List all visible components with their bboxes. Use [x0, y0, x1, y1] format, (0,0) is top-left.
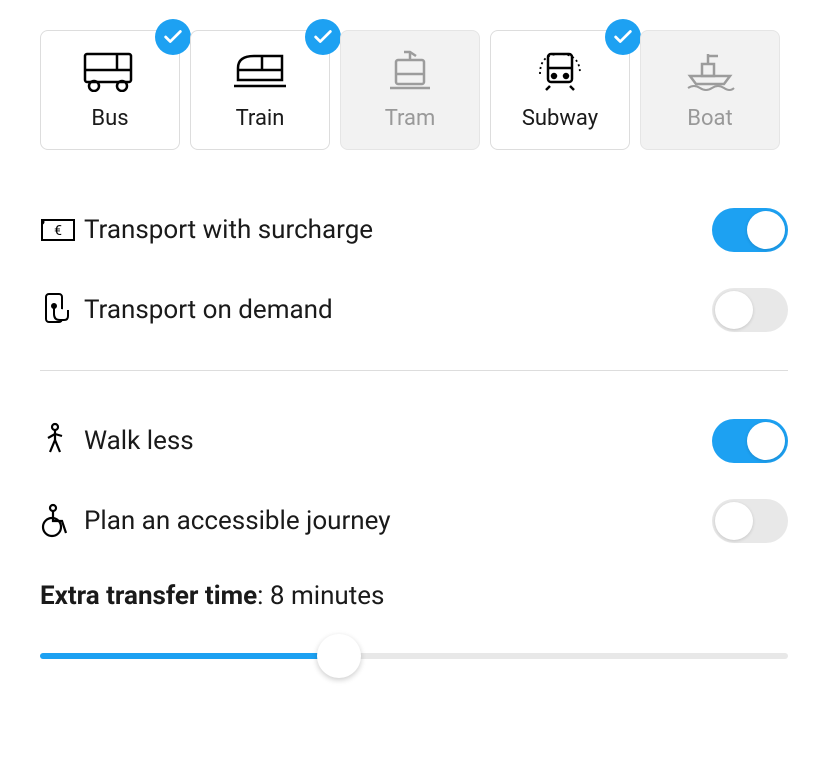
svg-text:€: € [54, 223, 62, 239]
mode-label: Boat [687, 106, 732, 131]
section-divider [40, 370, 788, 371]
toggle-on-demand[interactable] [712, 288, 788, 332]
mode-card-boat[interactable]: Boat [640, 30, 780, 150]
option-row-accessible: Plan an accessible journey [40, 481, 788, 561]
mode-card-subway[interactable]: Subway [490, 30, 630, 150]
check-badge-icon [605, 19, 641, 55]
toggle-knob [747, 211, 785, 249]
mode-card-train[interactable]: Train [190, 30, 330, 150]
mode-card-bus[interactable]: Bus [40, 30, 180, 150]
mode-label: Train [236, 106, 285, 131]
toggle-knob [715, 502, 753, 540]
option-label: Plan an accessible journey [84, 506, 712, 536]
mode-label: Subway [522, 106, 598, 131]
option-row-on-demand: Transport on demand [40, 270, 788, 350]
toggle-surcharge[interactable] [712, 208, 788, 252]
train-icon [232, 50, 288, 96]
transfer-time-label-bold: Extra transfer time [40, 581, 257, 611]
slider-fill [40, 653, 339, 659]
option-label: Transport with surcharge [84, 215, 712, 245]
option-label: Walk less [84, 426, 712, 456]
wheelchair-icon [40, 503, 84, 539]
mode-label: Bus [91, 106, 128, 131]
option-row-surcharge: € Transport with surcharge [40, 190, 788, 270]
options-section-1: € Transport with surcharge Transport on … [40, 190, 788, 350]
transfer-time-slider[interactable] [40, 636, 788, 676]
phone-touch-icon [40, 292, 84, 328]
boat-icon [682, 50, 738, 96]
bus-icon [82, 50, 138, 96]
transfer-time-label: Extra transfer time: 8 minutes [40, 581, 788, 611]
mode-label: Tram [385, 106, 436, 131]
toggle-accessible[interactable] [712, 499, 788, 543]
transport-modes-row: Bus Train Tram [40, 30, 788, 150]
option-row-walk-less: Walk less [40, 401, 788, 481]
slider-thumb[interactable] [317, 634, 361, 678]
subway-icon [532, 50, 588, 96]
mode-card-tram[interactable]: Tram [340, 30, 480, 150]
check-badge-icon [155, 19, 191, 55]
transfer-time-label-value: : 8 minutes [257, 581, 384, 611]
options-section-2: Walk less Plan an accessible journey [40, 401, 788, 561]
option-label: Transport on demand [84, 295, 712, 325]
toggle-knob [747, 422, 785, 460]
check-badge-icon [305, 19, 341, 55]
toggle-knob [715, 291, 753, 329]
tram-icon [382, 50, 438, 96]
euro-ticket-icon: € [40, 216, 84, 244]
toggle-walk-less[interactable] [712, 419, 788, 463]
walking-person-icon [40, 422, 84, 460]
